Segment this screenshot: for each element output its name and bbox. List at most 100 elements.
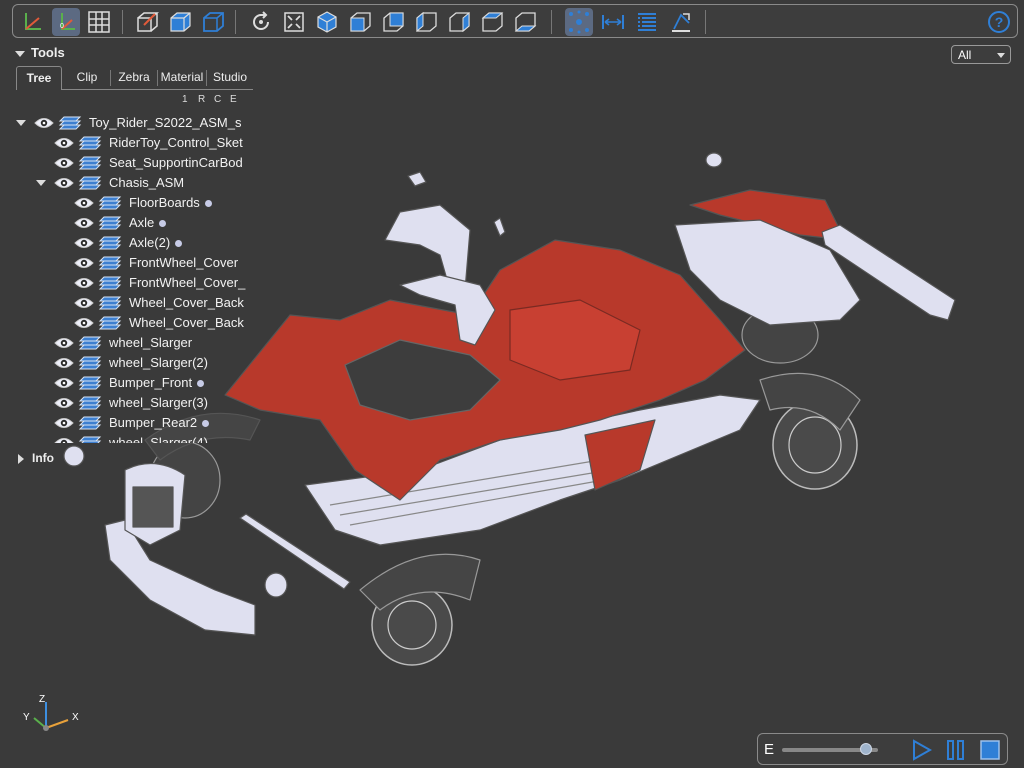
tree-item-label: RiderToy_Control_Sket [109,135,243,150]
markup-icon [672,13,690,32]
tree-item-label: Bumper_Front [109,375,193,390]
tree-item-label: Toy_Rider_S2022_ASM_s [89,115,242,130]
grid-icon [88,11,110,33]
back-view-button[interactable] [379,8,407,36]
top-view-icon [481,12,504,32]
tools-panel-toggle[interactable]: Tools [15,45,65,60]
tree-row[interactable]: Toy_Rider_S2022_ASM_s [12,113,253,133]
stop-icon [980,740,1000,760]
column-e: E [230,94,237,105]
status-dot-icon [197,380,205,388]
expand-triangle-icon[interactable] [36,180,46,186]
status-dot-icon [202,420,210,428]
explode-icon [569,10,589,34]
orientation-triad-icon: 0 [60,13,75,30]
tree-item-label: wheel_Slarger(2) [109,355,208,370]
tree-row[interactable]: Bumper_Rear2 [12,413,253,433]
tree-row[interactable]: Axle [12,213,253,233]
column-r: R [198,94,206,105]
tab-tree[interactable]: Tree [16,66,62,90]
bottom-view-button[interactable] [511,8,539,36]
perspective-view-icon [137,12,159,32]
status-dot-icon [175,240,183,248]
left-view-button[interactable] [412,8,440,36]
tree-row[interactable]: wheel_Slarger(2) [12,353,253,373]
pause-button[interactable] [945,739,967,761]
tree-row[interactable]: Seat_SupportinCarBod [12,153,253,173]
tree-row[interactable]: FrontWheel_Cover_ [12,273,253,293]
axis-triad-icon [25,13,41,30]
tree-item-label: Axle(2) [129,235,171,250]
play-button[interactable] [910,739,932,761]
axis-triad-button[interactable] [19,8,47,36]
fender-cover [384,204,471,291]
right-view-icon [449,11,470,33]
tree-row[interactable]: Wheel_Cover_Back [12,293,253,313]
tree-row[interactable]: Axle(2) [12,233,253,253]
stop-button[interactable] [979,739,1001,761]
right-view-button[interactable] [445,8,473,36]
tree-row[interactable]: Chasis_ASM [12,173,253,193]
tree-row[interactable]: wheel_Slarger [12,333,253,353]
tree-row[interactable]: wheel_Slarger(3) [12,393,253,413]
measure-button[interactable] [599,8,627,36]
explode-button[interactable] [565,8,593,36]
tree-item-label: wheel_Slarger(4) [109,435,208,443]
top-view-button[interactable] [478,8,506,36]
info-label: Info [32,451,54,465]
tree-item-label: Chasis_ASM [109,175,185,190]
tree-row[interactable]: Wheel_Cover_Back [12,313,253,333]
perspective-button[interactable] [133,8,161,36]
tree-item-label: wheel_Slarger [109,335,193,350]
tab-clip[interactable]: Clip [66,66,108,90]
tree-row[interactable]: RiderToy_Control_Sket [12,133,253,153]
list-button[interactable] [633,8,661,36]
assembly-tree: Toy_Rider_S2022_ASM_s RiderToy_Control_Sk… [12,113,253,443]
svg-text:?: ? [995,14,1004,30]
iso-view-button[interactable] [313,8,341,36]
fit-view-icon [284,12,304,32]
rotate-icon [253,11,269,30]
tree-row[interactable]: FloorBoards [12,193,253,213]
filter-dropdown[interactable]: All [951,45,1011,64]
shaded-view-icon [170,12,191,32]
collapse-triangle-icon [15,50,25,57]
front-view-button[interactable] [346,8,374,36]
expand-triangle-icon[interactable] [16,120,26,126]
grid-button[interactable] [85,8,113,36]
tree-item-label: Seat_SupportinCarBod [109,155,243,170]
tree-item-label: FrontWheel_Cover_ [129,275,246,290]
filter-value: All [958,48,972,62]
orientation-triad-button[interactable]: 0 [52,8,80,36]
chevron-down-icon [997,53,1005,58]
tab-studio[interactable]: Studio [208,66,252,90]
back-view-icon [383,12,404,32]
front-bumper [104,519,256,636]
play-icon [913,739,932,761]
tree-row[interactable]: FrontWheel_Cover [12,253,253,273]
markup-button[interactable] [667,8,695,36]
column-1: 1 [182,94,188,105]
fit-view-button[interactable] [280,8,308,36]
tree-row[interactable]: wheel_Slarger(4) [12,433,253,443]
visibility-eye-icon[interactable] [54,436,74,443]
expand-triangle-icon [18,453,24,464]
animation-slider-thumb[interactable] [859,743,872,755]
info-panel-toggle[interactable]: Info [18,451,54,465]
measure-icon [602,15,624,29]
tree-column-headers: 1RCE [182,94,246,105]
wireframe-button[interactable] [199,8,227,36]
status-dot-icon [204,200,212,208]
wireframe-view-icon [203,12,224,32]
bottom-view-icon [514,12,537,32]
tab-zebra[interactable]: Zebra [112,66,156,90]
axis-y-label: Y [23,712,30,723]
pause-icon [947,740,964,760]
axis-x-label: X [72,712,79,723]
rotate-button[interactable] [247,8,275,36]
toolbar: 0 ? [12,4,1018,38]
shaded-button[interactable] [166,8,194,36]
help-button[interactable]: ? [985,8,1013,36]
tree-row[interactable]: Bumper_Front [12,373,253,393]
tab-material[interactable]: Material [158,66,206,90]
